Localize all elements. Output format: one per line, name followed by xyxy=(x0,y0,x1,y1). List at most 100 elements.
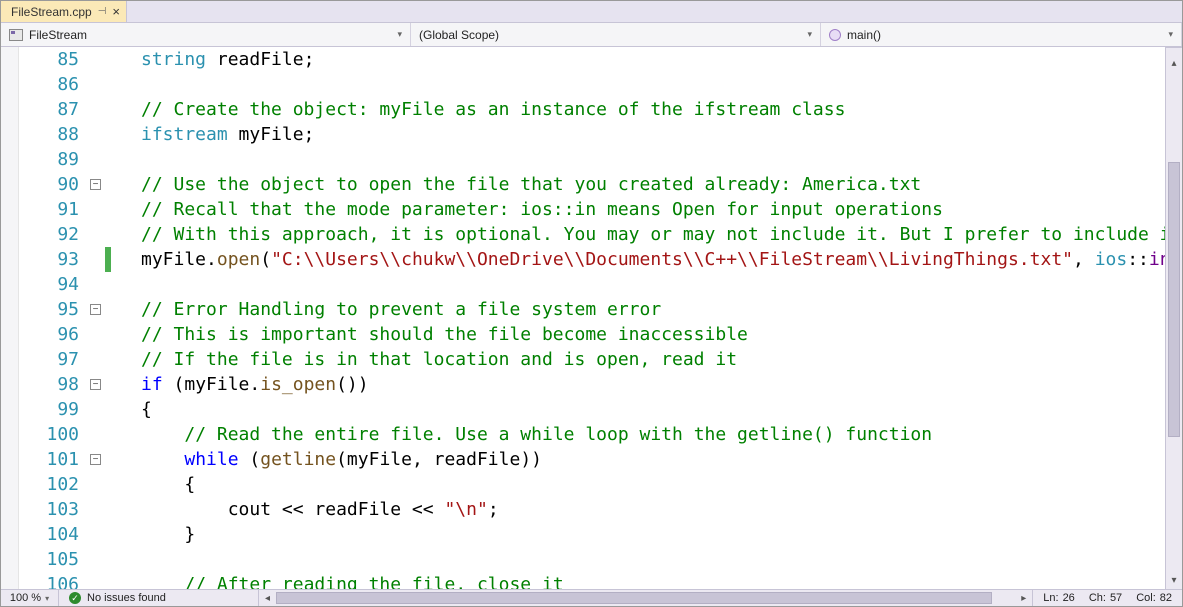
token-com: // After reading the file, close it xyxy=(184,574,563,589)
collapse-toggle-icon[interactable]: − xyxy=(90,304,101,315)
code-line[interactable]: if (myFile.is_open()) xyxy=(113,372,1165,397)
token-mem: in xyxy=(1149,249,1165,270)
chevron-down-icon: ▾ xyxy=(807,29,812,40)
line-number: 95 xyxy=(19,297,87,322)
pin-icon[interactable]: ⊣ xyxy=(98,6,107,17)
token-id: } xyxy=(184,524,195,545)
code-line[interactable] xyxy=(113,72,1165,97)
issues-text: No issues found xyxy=(87,592,166,604)
token-com: // If the file is in that location and i… xyxy=(141,349,737,370)
token-com: // Recall that the mode parameter: ios::… xyxy=(141,199,943,220)
scroll-up-arrow-icon[interactable]: ▴ xyxy=(1166,55,1182,72)
token-com: // With this approach, it is optional. Y… xyxy=(141,224,1165,245)
error-status[interactable]: ✓ No issues found xyxy=(59,590,259,606)
code-line[interactable]: // Recall that the mode parameter: ios::… xyxy=(113,197,1165,222)
line-number: 94 xyxy=(19,272,87,297)
token-id: cout << readFile << xyxy=(228,499,445,520)
document-tab[interactable]: FileStream.cpp ⊣ × xyxy=(1,1,127,22)
collapse-toggle-icon[interactable]: − xyxy=(90,379,101,390)
line-number: 88 xyxy=(19,122,87,147)
token-typ: ifstream xyxy=(141,124,228,145)
code-line[interactable]: // Error Handling to prevent a file syst… xyxy=(113,297,1165,322)
col-value: 82 xyxy=(1160,592,1172,604)
token-fn: getline xyxy=(260,449,336,470)
token-com: // This is important should the file bec… xyxy=(141,324,748,345)
token-id: { xyxy=(184,474,195,495)
code-line[interactable]: { xyxy=(113,397,1165,422)
close-icon[interactable]: × xyxy=(112,5,120,18)
code-line[interactable]: // This is important should the file bec… xyxy=(113,322,1165,347)
char-value: 57 xyxy=(1110,592,1122,604)
token-str: "C:\\Users\\chukw\\OneDrive\\Documents\\… xyxy=(271,249,1073,270)
chevron-down-icon: ▾ xyxy=(45,594,49,603)
line-number: 103 xyxy=(19,497,87,522)
line-number: 102 xyxy=(19,472,87,497)
line-number: 97 xyxy=(19,347,87,372)
token-com: // Create the object: myFile as an insta… xyxy=(141,99,845,120)
code-line[interactable] xyxy=(113,547,1165,572)
class-navigator[interactable]: FileStream ▾ xyxy=(1,23,411,46)
outlining-margin: − − − − xyxy=(87,47,105,589)
token-id: , xyxy=(1073,249,1095,270)
code-line[interactable]: // If the file is in that location and i… xyxy=(113,347,1165,372)
token-id: readFile; xyxy=(206,49,314,70)
code-surface[interactable]: string readFile; // Create the object: my… xyxy=(113,47,1165,589)
scroll-left-arrow-icon[interactable]: ◂ xyxy=(259,590,276,607)
code-line[interactable]: // Create the object: myFile as an insta… xyxy=(113,97,1165,122)
collapse-toggle-icon[interactable]: − xyxy=(90,179,101,190)
chevron-down-icon: ▾ xyxy=(397,29,402,40)
line-number: 89 xyxy=(19,147,87,172)
char-label: Ch: xyxy=(1089,592,1106,604)
scroll-down-arrow-icon[interactable]: ▾ xyxy=(1166,572,1182,589)
vertical-scrollbar[interactable]: ▴ ▾ xyxy=(1165,47,1182,589)
token-typ: ios xyxy=(1095,249,1128,270)
line-value: 26 xyxy=(1063,592,1075,604)
line-label: Ln: xyxy=(1043,592,1058,604)
line-number-gutter: 8586878889909192939495969798991001011021… xyxy=(19,47,87,589)
code-line[interactable]: string readFile; xyxy=(113,47,1165,72)
change-indicator xyxy=(105,247,111,272)
ide-window: FileStream.cpp ⊣ × FileStream ▾ (Global … xyxy=(0,0,1183,607)
zoom-dropdown[interactable]: 100 % ▾ xyxy=(1,590,59,606)
code-line[interactable] xyxy=(113,147,1165,172)
token-str: "\n" xyxy=(444,499,487,520)
line-number: 93 xyxy=(19,247,87,272)
token-id: ; xyxy=(488,499,499,520)
code-line[interactable]: myFile.open("C:\\Users\\chukw\\OneDrive\… xyxy=(113,247,1165,272)
line-number: 92 xyxy=(19,222,87,247)
code-line[interactable]: { xyxy=(113,472,1165,497)
col-label: Col: xyxy=(1136,592,1156,604)
line-number: 87 xyxy=(19,97,87,122)
chevron-down-icon: ▾ xyxy=(1168,29,1173,40)
scope-navigator[interactable]: (Global Scope) ▾ xyxy=(411,23,821,46)
code-line[interactable]: while (getline(myFile, readFile)) xyxy=(113,447,1165,472)
code-line[interactable]: ifstream myFile; xyxy=(113,122,1165,147)
scroll-thumb[interactable] xyxy=(1168,162,1180,437)
code-line[interactable]: // Use the object to open the file that … xyxy=(113,172,1165,197)
member-navigator[interactable]: main() ▾ xyxy=(821,23,1182,46)
scroll-thumb[interactable] xyxy=(276,592,992,604)
token-com: // Read the entire file. Use a while loo… xyxy=(184,424,932,445)
horizontal-scrollbar[interactable]: ◂ ▸ xyxy=(259,590,1032,606)
line-number: 101 xyxy=(19,447,87,472)
code-line[interactable]: // After reading the file, close it xyxy=(113,572,1165,589)
token-fn: is_open xyxy=(260,374,336,395)
tab-filename: FileStream.cpp xyxy=(11,5,92,19)
scroll-track[interactable] xyxy=(1166,72,1182,572)
code-line[interactable]: } xyxy=(113,522,1165,547)
line-number: 86 xyxy=(19,72,87,97)
code-line[interactable]: // Read the entire file. Use a while loo… xyxy=(113,422,1165,447)
token-id: :: xyxy=(1127,249,1149,270)
token-id: myFile; xyxy=(228,124,315,145)
code-line[interactable]: // With this approach, it is optional. Y… xyxy=(113,222,1165,247)
code-line[interactable]: cout << readFile << "\n"; xyxy=(113,497,1165,522)
split-handle[interactable] xyxy=(1166,47,1182,55)
line-number: 100 xyxy=(19,422,87,447)
line-number: 96 xyxy=(19,322,87,347)
change-margin xyxy=(105,47,113,589)
code-editor[interactable]: 8586878889909192939495969798991001011021… xyxy=(1,47,1182,589)
collapse-toggle-icon[interactable]: − xyxy=(90,454,101,465)
scroll-right-arrow-icon[interactable]: ▸ xyxy=(1015,590,1032,607)
line-number: 106 xyxy=(19,572,87,589)
code-line[interactable] xyxy=(113,272,1165,297)
